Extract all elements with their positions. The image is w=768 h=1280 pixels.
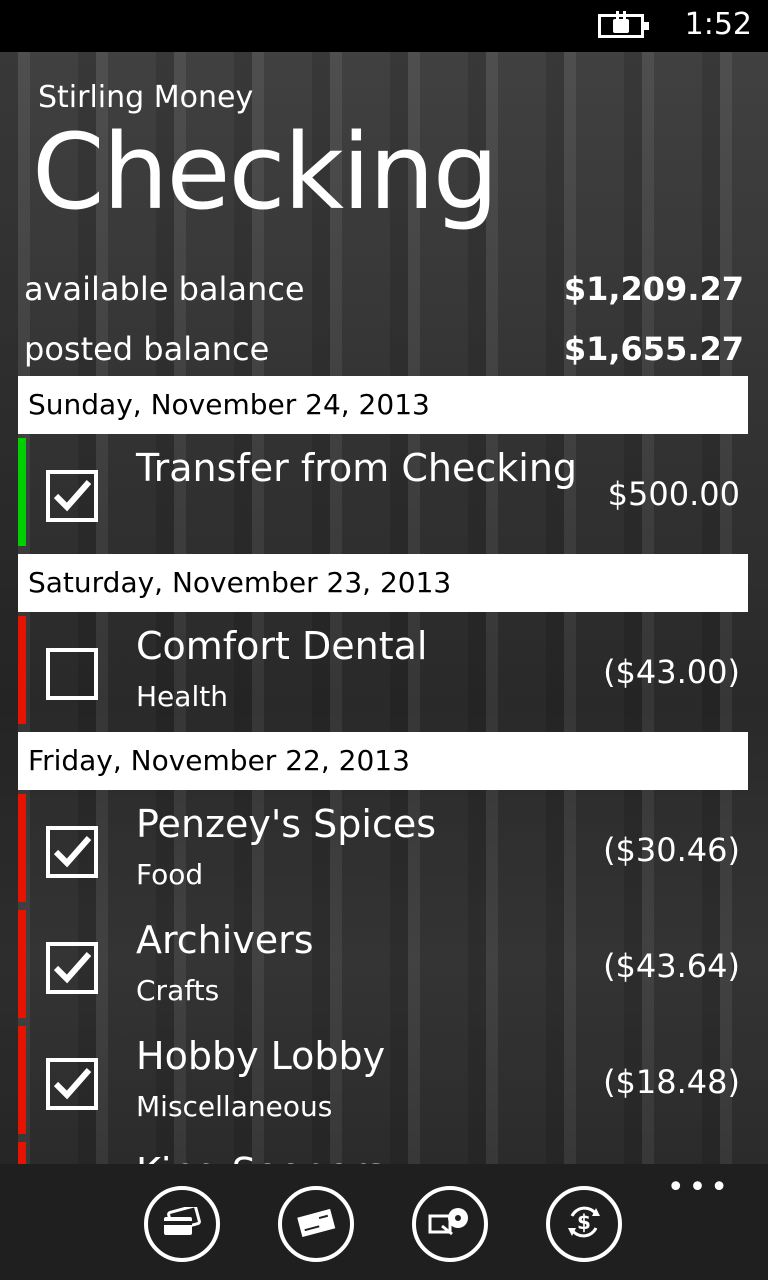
page-title: Checking (32, 111, 499, 233)
transaction-row[interactable]: Comfort Dental Health ($43.00) (18, 616, 750, 724)
transaction-name: King Soopers (136, 1146, 385, 1164)
transaction-category: Miscellaneous (136, 1090, 333, 1123)
check-register-button[interactable] (278, 1186, 354, 1262)
available-balance-value: $1,209.27 (563, 270, 744, 308)
transaction-category: Crafts (136, 974, 220, 1007)
tag-button[interactable] (412, 1186, 488, 1262)
app-screen: 1:52 Stirling Money Checking available b… (0, 0, 768, 1280)
transaction-name: Comfort Dental (136, 624, 428, 668)
transaction-type-bar (18, 794, 26, 902)
credit-card-button[interactable] (144, 1186, 220, 1262)
reconciled-checkbox[interactable] (46, 942, 98, 994)
status-bar: 1:52 (0, 0, 768, 52)
date-header: Friday, November 22, 2013 (18, 732, 748, 790)
posted-balance-row: posted balance $1,655.27 (24, 324, 744, 374)
check-document-icon (296, 1207, 336, 1241)
reconciled-checkbox[interactable] (46, 826, 98, 878)
reconciled-checkbox[interactable] (46, 470, 98, 522)
transaction-list[interactable]: Sunday, November 24, 2013 Transfer from … (18, 376, 750, 1164)
available-balance-label: available balance (24, 270, 305, 308)
reconciled-checkbox[interactable] (46, 648, 98, 700)
reconciled-checkbox[interactable] (46, 1058, 98, 1110)
credit-card-icon (162, 1204, 202, 1241)
more-options-button[interactable]: ••• (667, 1173, 732, 1203)
app-bar: $ ••• (0, 1164, 768, 1280)
transaction-category: Food (136, 858, 204, 891)
transaction-row[interactable]: Transfer from Checking $500.00 (18, 438, 750, 546)
checkmark-icon (53, 952, 92, 984)
transaction-type-bar (18, 616, 26, 724)
transaction-name: Penzey's Spices (136, 802, 437, 846)
transaction-name: Transfer from Checking (136, 446, 578, 490)
transaction-type-bar (18, 910, 26, 1018)
date-header: Saturday, November 23, 2013 (18, 554, 748, 612)
transfer-button[interactable]: $ (546, 1186, 622, 1262)
transaction-amount: ($43.64) (603, 947, 740, 985)
posted-balance-value: $1,655.27 (563, 330, 744, 368)
tag-icon (428, 1206, 472, 1242)
transaction-amount: ($30.46) (603, 831, 740, 869)
checkmark-icon (53, 1068, 92, 1100)
transaction-name: Hobby Lobby (136, 1034, 386, 1078)
transaction-row[interactable]: Hobby Lobby Miscellaneous ($18.48) (18, 1026, 750, 1134)
date-header: Sunday, November 24, 2013 (18, 376, 748, 434)
svg-text:$: $ (577, 1210, 591, 1234)
transaction-category: Health (136, 680, 228, 713)
checkmark-icon (53, 836, 92, 868)
available-balance-row: available balance $1,209.27 (24, 264, 744, 314)
battery-charging-icon (598, 11, 649, 38)
transaction-type-bar (18, 1142, 26, 1164)
transaction-amount: ($43.00) (603, 653, 740, 691)
transaction-name: Archivers (136, 918, 314, 962)
clock: 1:52 (684, 7, 752, 42)
transaction-row[interactable]: Archivers Crafts ($43.64) (18, 910, 750, 1018)
transaction-row[interactable]: King Soopers (18, 1142, 750, 1164)
transaction-type-bar (18, 1026, 26, 1134)
transaction-row[interactable]: Penzey's Spices Food ($30.46) (18, 794, 750, 902)
transfer-dollar-icon: $ (564, 1202, 604, 1246)
posted-balance-label: posted balance (24, 330, 270, 368)
transaction-amount: ($18.48) (603, 1063, 740, 1101)
transaction-type-bar (18, 438, 26, 546)
transaction-amount: $500.00 (607, 475, 740, 513)
checkmark-icon (53, 480, 92, 512)
